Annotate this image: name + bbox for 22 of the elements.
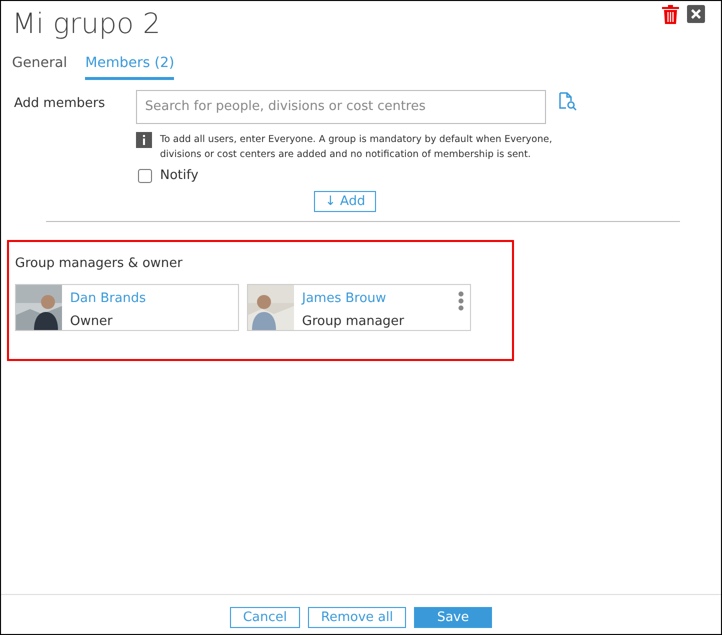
person-role: Group manager [302, 313, 404, 332]
close-icon[interactable] [687, 5, 705, 23]
trash-icon[interactable] [662, 5, 679, 24]
info-text: To add all users, enter Everyone. A group is mandatory by default when Everyone, divisions or cost centers are added and no notification of membership is sent. [160, 132, 554, 162]
person-link[interactable]: James Brouw [302, 288, 404, 308]
person-link[interactable]: Dan Brands [70, 288, 146, 308]
tab[interactable]: General [12, 50, 68, 80]
notify-checkbox[interactable] [138, 168, 152, 183]
field-label: Add members [13, 94, 106, 113]
secondary-button[interactable]: Remove all [308, 607, 406, 628]
document-search-icon[interactable] [558, 92, 577, 111]
primary-button[interactable]: Save [414, 607, 492, 628]
checkbox-label[interactable]: Notify [160, 166, 198, 186]
tab[interactable]: Members (2) [85, 50, 174, 80]
info-icon [136, 132, 152, 148]
add-button[interactable]: ↓ Add [314, 191, 376, 212]
search-field[interactable]: Search for people, divisions or cost centres [136, 90, 546, 124]
secondary-button[interactable]: Cancel [230, 607, 300, 628]
section-heading: Group managers & owner [15, 255, 184, 274]
more-icon[interactable] [458, 290, 464, 311]
dialog-title: Mi grupo 2 [12, 7, 161, 41]
person-role: Owner [70, 313, 114, 332]
